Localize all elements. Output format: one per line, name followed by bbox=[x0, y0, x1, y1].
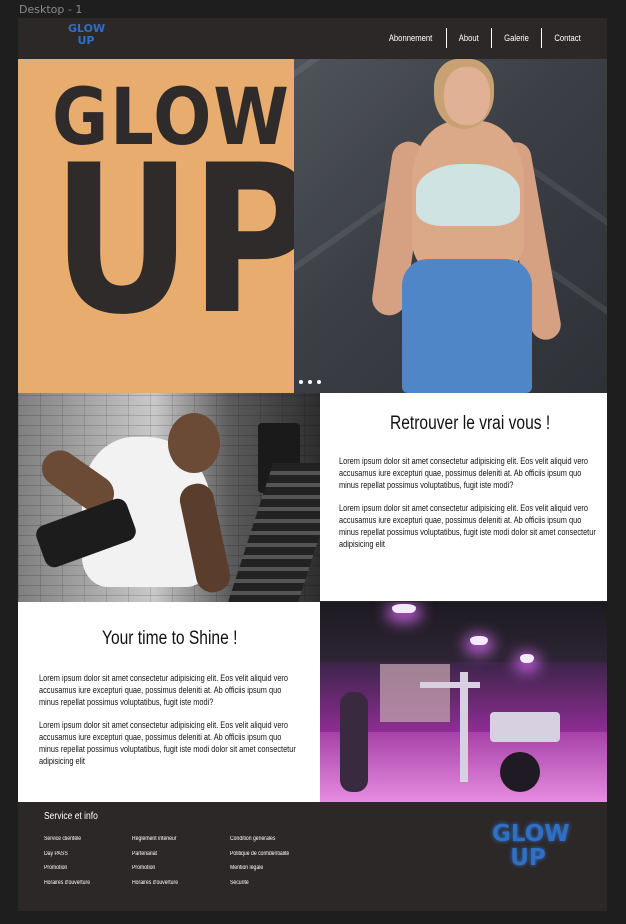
text-panel-retrouver: Retrouver le vrai vous ! Lorem ipsum dol… bbox=[320, 393, 607, 601]
section-title: Retrouver le vrai vous ! bbox=[390, 413, 551, 434]
carousel-dots bbox=[299, 380, 321, 384]
carousel-dot[interactable] bbox=[317, 380, 321, 384]
footer-link[interactable]: Condition générales bbox=[230, 832, 289, 847]
photo-man-dumbbell bbox=[18, 393, 320, 606]
gym-machine bbox=[420, 682, 480, 688]
main-nav: Abonnement About Galerie Contact bbox=[375, 28, 593, 48]
site-footer: Service et info Service clientèle Day PA… bbox=[18, 802, 607, 911]
footer-column: Règlement intérieur Partenariat Promotio… bbox=[132, 832, 186, 890]
ceiling-light bbox=[520, 654, 534, 663]
footer-column: Service clientèle Day PASS Promotion Hor… bbox=[44, 832, 98, 890]
text-panel-shine: Your time to Shine ! Lorem ipsum dolor s… bbox=[18, 602, 320, 802]
section-paragraph: Lorem ipsum dolor sit amet consectetur a… bbox=[39, 720, 296, 766]
hero-section: GLOW UP bbox=[18, 59, 607, 393]
gym-machine bbox=[460, 672, 468, 782]
section-paragraph: Lorem ipsum dolor sit amet consectetur a… bbox=[39, 673, 288, 707]
man-head bbox=[168, 413, 220, 473]
hero-title-panel: GLOW UP bbox=[18, 59, 316, 393]
nav-abonnement[interactable]: Abonnement bbox=[381, 28, 441, 48]
footer-link[interactable]: Promotion bbox=[132, 861, 178, 876]
nav-divider bbox=[490, 28, 492, 48]
footer-link[interactable]: Règlement intérieur bbox=[132, 832, 178, 847]
footer-link[interactable]: Politique de confidentialité bbox=[230, 847, 289, 862]
footer-link[interactable]: Sécurité bbox=[230, 876, 289, 891]
section-paragraph: Lorem ipsum dolor sit amet consectetur a… bbox=[339, 503, 596, 549]
nav-about[interactable]: About bbox=[451, 28, 488, 48]
section-shine: Your time to Shine ! Lorem ipsum dolor s… bbox=[18, 602, 607, 802]
desktop-frame: GLOW UP Abonnement About Galerie Contact… bbox=[18, 18, 607, 911]
header-logo[interactable]: GLOW UP bbox=[68, 23, 105, 55]
footer-link[interactable]: Day PASS bbox=[44, 847, 90, 862]
hero-title-line2: UP bbox=[52, 122, 316, 360]
gym-machine bbox=[490, 712, 560, 742]
nav-contact[interactable]: Contact bbox=[546, 28, 589, 48]
carousel-dot[interactable] bbox=[308, 380, 312, 384]
gym-machine bbox=[500, 752, 540, 792]
logo-line2: UP bbox=[77, 34, 95, 47]
footer-title: Service et info bbox=[44, 811, 98, 822]
section-title: Your time to Shine ! bbox=[102, 628, 238, 649]
woman-sports-top bbox=[416, 164, 520, 226]
frame-label: Desktop - 1 bbox=[19, 3, 83, 16]
footer-link[interactable]: Horaires d'ouverture bbox=[132, 876, 178, 891]
photo-gym-interior bbox=[320, 602, 607, 802]
nav-divider bbox=[540, 28, 542, 48]
gym-mural bbox=[380, 664, 450, 722]
nav-galerie[interactable]: Galerie bbox=[496, 28, 538, 48]
ceiling-light bbox=[470, 636, 488, 645]
woman-shorts bbox=[402, 259, 532, 393]
carousel-dot[interactable] bbox=[299, 380, 303, 384]
footer-link[interactable]: Mention légale bbox=[230, 861, 289, 876]
woman-face bbox=[444, 67, 490, 125]
footer-link[interactable]: Partenariat bbox=[132, 847, 178, 862]
gym-ceiling bbox=[320, 602, 607, 662]
footer-logo[interactable]: GLOW UP bbox=[492, 821, 570, 886]
section-paragraph: Lorem ipsum dolor sit amet consectetur a… bbox=[339, 456, 588, 490]
nav-divider bbox=[446, 28, 448, 48]
site-header: GLOW UP Abonnement About Galerie Contact bbox=[18, 18, 607, 59]
gym-machine bbox=[340, 692, 368, 792]
footer-link[interactable]: Horaires d'ouverture bbox=[44, 876, 90, 891]
logo-line1: GLOW bbox=[492, 821, 570, 847]
ceiling-light bbox=[392, 604, 416, 613]
hero-photo-woman bbox=[294, 59, 607, 393]
logo-line2: UP bbox=[510, 845, 546, 871]
footer-column: Condition générales Politique de confide… bbox=[230, 832, 300, 890]
footer-link[interactable]: Service clientèle bbox=[44, 832, 90, 847]
section-retrouver: Retrouver le vrai vous ! Lorem ipsum dol… bbox=[18, 393, 607, 606]
footer-link[interactable]: Promotion bbox=[44, 861, 90, 876]
